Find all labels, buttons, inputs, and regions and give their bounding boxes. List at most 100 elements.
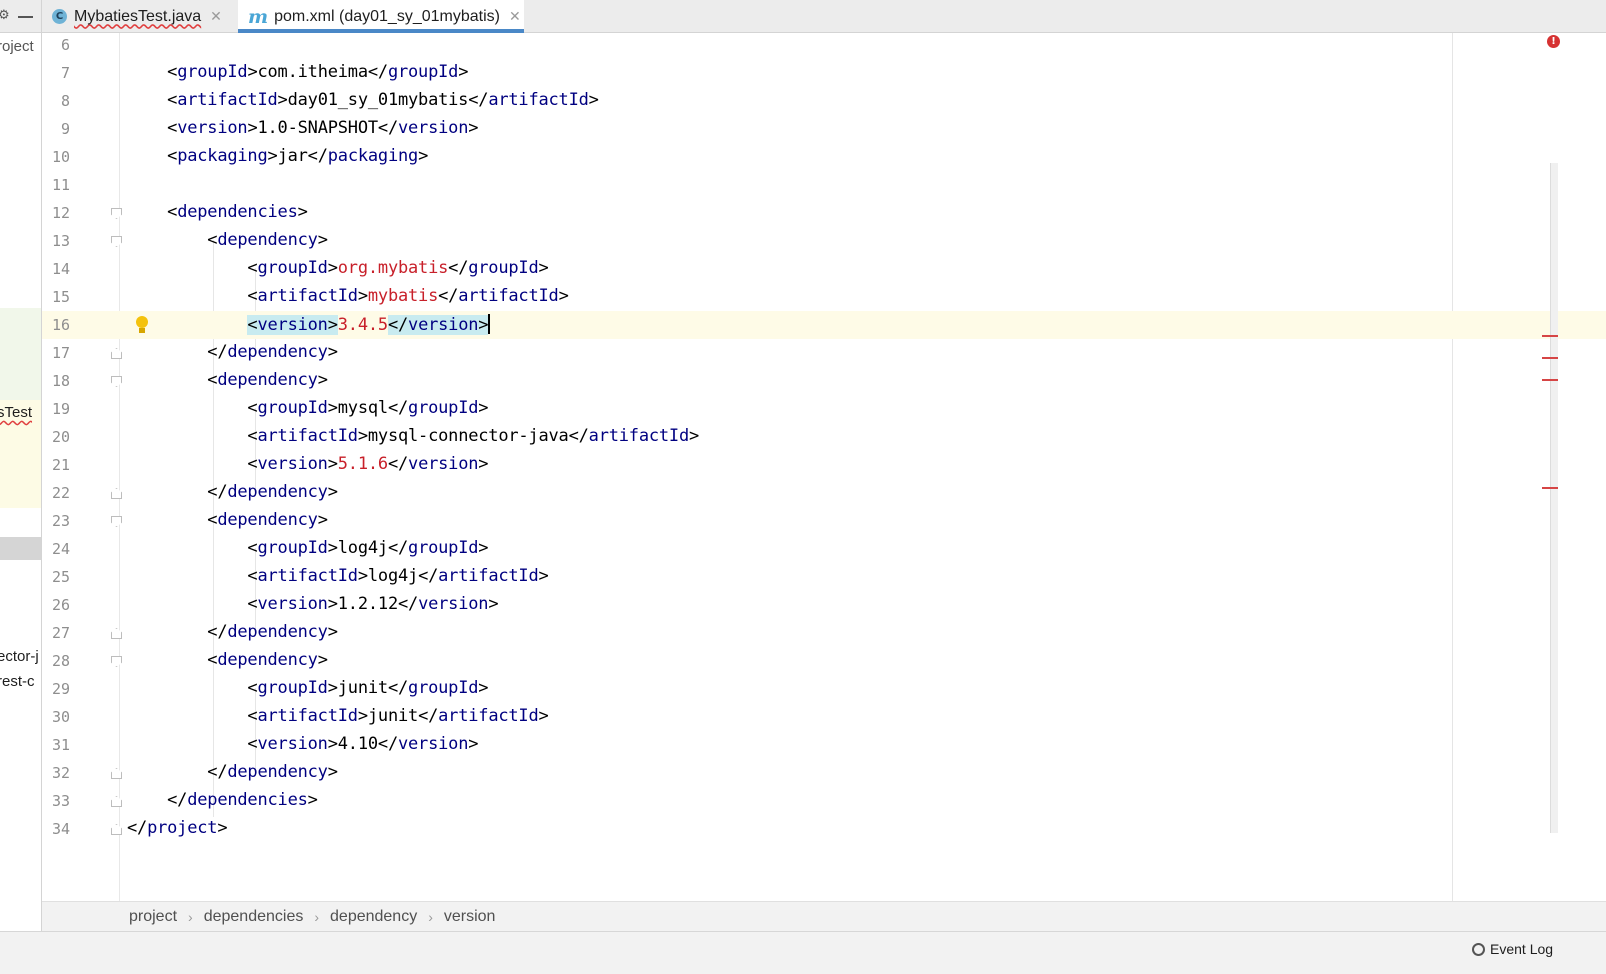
code-line: 7 <groupId>com.itheima</groupId> [42, 59, 1606, 87]
tab-label: pom.xml (day01_sy_01mybatis) [274, 7, 500, 25]
close-icon[interactable]: ✕ [509, 9, 521, 25]
fold-toggle-icon[interactable] [111, 656, 122, 667]
code-text: <artifactId>day01_sy_01mybatis</artifact… [127, 90, 599, 110]
project-panel-toolbar: ⚙ [0, 0, 41, 33]
code-text: <groupId>junit</groupId> [127, 678, 489, 698]
fold-toggle-icon[interactable] [111, 516, 122, 527]
code-line: 33 </dependencies> [42, 787, 1606, 815]
fold-toggle-icon[interactable] [111, 628, 122, 639]
line-number: 18 [51, 372, 70, 390]
breadcrumb-item-dependency[interactable]: dependency [330, 908, 417, 926]
fold-toggle-icon[interactable] [111, 824, 122, 835]
code-line: 28 <dependency> [42, 647, 1606, 675]
code-text: <groupId>mysql</groupId> [127, 398, 489, 418]
code-line: 34 </project> [42, 815, 1606, 843]
line-number: 6 [60, 36, 70, 54]
code-editor[interactable]: 6 7 <groupId>com.itheima</groupId> 8 <ar… [42, 33, 1606, 923]
line-number: 23 [51, 512, 70, 530]
event-log-icon [1472, 942, 1485, 956]
tree-selection-bar[interactable] [0, 537, 41, 560]
code-text: <version>1.2.12</version> [127, 594, 499, 614]
code-text: <artifactId>log4j</artifactId> [127, 566, 549, 586]
editor-tab-bar: C MybatiesTest.java ✕ m pom.xml (day01_s… [42, 0, 1606, 33]
code-text: </dependency> [127, 482, 338, 502]
java-class-icon: C [52, 9, 67, 24]
tab-pom-xml[interactable]: m pom.xml (day01_sy_01mybatis) ✕ [238, 0, 524, 33]
line-number: 14 [51, 260, 70, 278]
code-line: 17 </dependency> [42, 339, 1606, 367]
code-line: 13 <dependency> [42, 227, 1606, 255]
error-stripe-mark[interactable] [1542, 335, 1558, 337]
fold-toggle-icon[interactable] [111, 348, 122, 359]
line-number: 9 [60, 120, 70, 138]
line-number: 16 [51, 316, 70, 334]
code-text: <dependencies> [127, 202, 308, 222]
breadcrumb-item-project[interactable]: project [129, 908, 177, 926]
line-number: 10 [51, 148, 70, 166]
code-text: <packaging>jar</packaging> [127, 146, 429, 166]
chevron-right-icon: › [188, 908, 193, 925]
line-number: 33 [51, 792, 70, 810]
line-number: 12 [51, 204, 70, 222]
error-indicator-icon[interactable]: ! [1547, 35, 1560, 48]
line-number: 26 [51, 596, 70, 614]
line-number: 7 [60, 64, 70, 82]
line-number: 21 [51, 456, 70, 474]
fold-toggle-icon[interactable] [111, 488, 122, 499]
line-number: 22 [51, 484, 70, 502]
line-number: 34 [51, 820, 70, 838]
error-stripe-mark[interactable] [1542, 357, 1558, 359]
code-area[interactable]: 6 7 <groupId>com.itheima</groupId> 8 <ar… [42, 33, 1606, 923]
code-text: <artifactId>mysql-connector-java</artifa… [127, 426, 700, 446]
code-line: 10 <packaging>jar</packaging> [42, 143, 1606, 171]
line-number: 11 [51, 176, 70, 194]
close-icon[interactable]: ✕ [210, 9, 222, 25]
line-number: 28 [51, 652, 70, 670]
line-number: 20 [51, 428, 70, 446]
fold-toggle-icon[interactable] [111, 796, 122, 807]
code-text: </project> [127, 818, 228, 838]
tree-item-test-file[interactable]: sTest [0, 404, 32, 421]
line-number: 8 [60, 92, 70, 110]
lightbulb-icon[interactable] [135, 316, 149, 334]
chevron-right-icon: › [314, 908, 320, 925]
breadcrumb-item-dependencies[interactable]: dependencies [204, 908, 304, 926]
error-stripe-mark[interactable] [1542, 379, 1558, 381]
event-log-button[interactable]: Event Log [1472, 941, 1553, 957]
code-line: 32 </dependency> [42, 759, 1606, 787]
gear-icon[interactable]: ⚙ [0, 8, 10, 23]
tree-item-connector-lib[interactable]: ector-j [0, 648, 39, 665]
code-text: <groupId>com.itheima</groupId> [127, 62, 469, 82]
code-line: 26 <version>1.2.12</version> [42, 591, 1606, 619]
line-number: 19 [51, 400, 70, 418]
tab-mybatiestest-java[interactable]: C MybatiesTest.java ✕ [52, 0, 222, 33]
error-stripe-mark[interactable] [1542, 487, 1558, 489]
code-text: <version>5.1.6</version> [127, 454, 489, 474]
code-text: </dependency> [127, 342, 338, 362]
fold-toggle-icon[interactable] [111, 208, 122, 219]
code-text: <version>4.10</version> [127, 734, 479, 754]
fold-toggle-icon[interactable] [111, 236, 122, 247]
minimize-icon[interactable] [18, 16, 33, 18]
code-line: 31 <version>4.10</version> [42, 731, 1606, 759]
line-number: 30 [51, 708, 70, 726]
code-text: </dependencies> [127, 790, 318, 810]
tab-label: MybatiesTest.java [74, 7, 202, 25]
tree-highlight-modified [0, 308, 41, 400]
code-line: 9 <version>1.0-SNAPSHOT</version> [42, 115, 1606, 143]
tree-item-hamcrest-lib[interactable]: rest-c [0, 673, 35, 690]
fold-toggle-icon[interactable] [111, 376, 122, 387]
line-number: 17 [51, 344, 70, 362]
line-number: 15 [51, 288, 70, 306]
fold-toggle-icon[interactable] [111, 768, 122, 779]
breadcrumb-item-version[interactable]: version [444, 908, 496, 926]
code-line: 27 </dependency> [42, 619, 1606, 647]
code-text: <artifactId>mybatis</artifactId> [127, 286, 569, 306]
chevron-right-icon: › [428, 908, 433, 925]
line-number: 27 [51, 624, 70, 642]
line-number: 29 [51, 680, 70, 698]
code-line: 19 <groupId>mysql</groupId> [42, 395, 1606, 423]
status-bar: Event Log [0, 931, 1606, 974]
vertical-scrollbar[interactable] [1550, 163, 1558, 833]
maven-m-icon: m [248, 5, 269, 28]
